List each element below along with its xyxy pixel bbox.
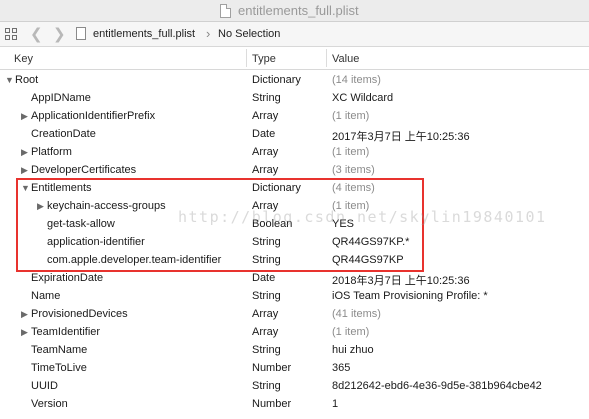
row-type[interactable]: Date <box>252 272 275 284</box>
row-value[interactable]: 1 <box>332 398 338 410</box>
row-type[interactable]: Array <box>252 146 278 158</box>
row-type[interactable]: Array <box>252 308 278 320</box>
row-type[interactable]: Number <box>252 362 291 374</box>
row-type[interactable]: Array <box>252 164 278 176</box>
column-type-header[interactable]: Type <box>252 53 276 65</box>
jump-bar: ❮ ❯ entitlements_full.plist › No Selecti… <box>0 22 589 47</box>
plist-row[interactable]: Name String iOS Team Provisioning Profile:… <box>0 287 589 305</box>
column-header: Key Type Value <box>0 47 589 70</box>
plist-row[interactable]: TeamName String hui zhuo <box>0 341 589 359</box>
row-key[interactable]: TimeToLive <box>31 362 87 374</box>
disclosure-collapsed-icon[interactable]: ▶ <box>21 326 28 338</box>
plist-row[interactable]: Version Number 1 <box>0 395 589 413</box>
watermark-text: http://blog.csdn.net/skylin19840101 <box>178 208 547 226</box>
row-type[interactable]: Array <box>252 110 278 122</box>
disclosure-collapsed-icon[interactable]: ▶ <box>21 146 28 158</box>
row-type[interactable]: String <box>252 92 281 104</box>
plist-file-icon <box>76 27 86 40</box>
row-type[interactable]: String <box>252 290 281 302</box>
window-titlebar: entitlements_full.plist <box>0 0 589 22</box>
back-chevron-icon[interactable]: ❮ <box>30 25 43 43</box>
plist-row[interactable]: AppIDName String XC Wildcard <box>0 89 589 107</box>
row-value[interactable]: 8d212642-ebd6-4e36-9d5e-381b964cbe42 <box>332 380 542 392</box>
row-key[interactable]: TeamName <box>31 344 87 356</box>
row-key[interactable]: Name <box>31 290 60 302</box>
plist-row[interactable]: ▼ Root Dictionary (14 items) <box>0 71 589 89</box>
plist-row[interactable]: UUID String 8d212642-ebd6-4e36-9d5e-381b96… <box>0 377 589 395</box>
row-value[interactable]: XC Wildcard <box>332 92 393 104</box>
row-key[interactable]: UUID <box>31 380 58 392</box>
row-key[interactable]: ApplicationIdentifierPrefix <box>31 110 155 122</box>
row-key[interactable]: CreationDate <box>31 128 96 140</box>
row-key[interactable]: Version <box>31 398 68 410</box>
forward-chevron-icon[interactable]: ❯ <box>53 25 66 43</box>
column-divider[interactable] <box>246 49 247 67</box>
row-value[interactable]: (3 items) <box>332 164 375 176</box>
row-type[interactable]: Number <box>252 398 291 410</box>
related-items-grid-icon[interactable] <box>5 28 18 41</box>
column-divider[interactable] <box>326 49 327 67</box>
row-key[interactable]: TeamIdentifier <box>31 326 100 338</box>
row-value[interactable]: hui zhuo <box>332 344 374 356</box>
jumpbar-file-name[interactable]: entitlements_full.plist <box>93 28 195 40</box>
row-type[interactable]: Array <box>252 326 278 338</box>
row-key[interactable]: DeveloperCertificates <box>31 164 136 176</box>
jumpbar-separator: › <box>206 26 211 41</box>
plist-row[interactable]: TimeToLive Number 365 <box>0 359 589 377</box>
plist-row[interactable]: ▶ TeamIdentifier Array (1 item) <box>0 323 589 341</box>
row-key[interactable]: Root <box>15 74 38 86</box>
plist-row[interactable]: CreationDate Date 2017年3月7日 上午10:25:36 <box>0 125 589 143</box>
row-value[interactable]: (1 item) <box>332 326 369 338</box>
row-type[interactable]: String <box>252 344 281 356</box>
row-key[interactable]: Platform <box>31 146 72 158</box>
disclosure-expanded-icon[interactable]: ▼ <box>5 74 14 86</box>
row-type[interactable]: Dictionary <box>252 74 301 86</box>
row-value[interactable]: 365 <box>332 362 350 374</box>
row-key[interactable]: ProvisionedDevices <box>31 308 128 320</box>
row-value[interactable]: iOS Team Provisioning Profile: * <box>332 290 488 302</box>
plist-row[interactable]: ▶ Platform Array (1 item) <box>0 143 589 161</box>
plist-row[interactable]: ▶ ApplicationIdentifierPrefix Array (1 item… <box>0 107 589 125</box>
row-value[interactable]: (1 item) <box>332 110 369 122</box>
row-type[interactable]: Date <box>252 128 275 140</box>
row-value[interactable]: 2018年3月7日 上午10:25:36 <box>332 272 470 288</box>
row-value[interactable]: 2017年3月7日 上午10:25:36 <box>332 128 470 144</box>
window-title: entitlements_full.plist <box>238 3 359 18</box>
row-value[interactable]: (14 items) <box>332 74 381 86</box>
row-key[interactable]: AppIDName <box>31 92 91 104</box>
document-icon <box>220 4 231 18</box>
disclosure-collapsed-icon[interactable]: ▶ <box>21 164 28 176</box>
column-key-header[interactable]: Key <box>14 53 33 65</box>
jumpbar-selection[interactable]: No Selection <box>218 28 280 40</box>
disclosure-collapsed-icon[interactable]: ▶ <box>21 308 28 320</box>
plist-row[interactable]: ▶ ProvisionedDevices Array (41 items) <box>0 305 589 323</box>
disclosure-collapsed-icon[interactable]: ▶ <box>21 110 28 122</box>
row-key[interactable]: ExpirationDate <box>31 272 103 284</box>
row-value[interactable]: (1 item) <box>332 146 369 158</box>
column-value-header[interactable]: Value <box>332 53 359 65</box>
plist-row[interactable]: ▶ DeveloperCertificates Array (3 items) <box>0 161 589 179</box>
row-type[interactable]: String <box>252 380 281 392</box>
row-value[interactable]: (41 items) <box>332 308 381 320</box>
